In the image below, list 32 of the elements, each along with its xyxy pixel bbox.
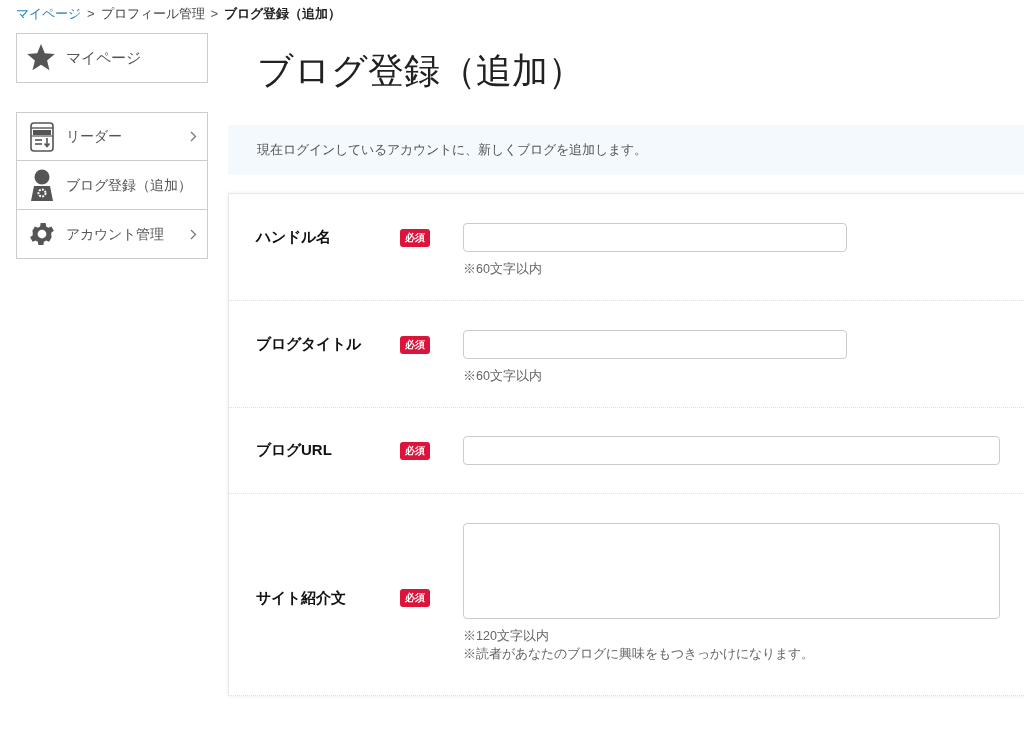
breadcrumb-separator: > bbox=[87, 4, 95, 23]
field-label: ブログURL bbox=[256, 440, 333, 461]
text-input-field[interactable] bbox=[463, 330, 847, 359]
breadcrumb-item: ブログ登録（追加） bbox=[224, 4, 342, 23]
breadcrumb-item[interactable]: マイページ bbox=[16, 3, 81, 24]
chevron-right-icon bbox=[190, 131, 197, 142]
hint-text: ※読者があなたのブログに興味をもつきっかけになります。 bbox=[463, 646, 815, 663]
page-title: ブログ登録（追加） bbox=[256, 49, 585, 93]
required-badge: 必須 bbox=[400, 441, 430, 460]
field-label: サイト紹介文 bbox=[256, 587, 347, 608]
breadcrumb-separator: > bbox=[210, 4, 219, 23]
required-badge: 必須 bbox=[400, 228, 430, 247]
hint-text: ※60文字以内 bbox=[463, 261, 543, 278]
sidebar-item[interactable]: マイページ bbox=[16, 33, 208, 83]
star-icon bbox=[26, 44, 56, 72]
sidebar-item[interactable]: ブログ登録（追加） bbox=[16, 161, 208, 210]
field-label: ハンドル名 bbox=[256, 227, 332, 248]
hint-text: ※60文字以内 bbox=[463, 368, 543, 385]
hint-text: ※120文字以内 bbox=[463, 628, 550, 645]
breadcrumb-item: プロフィール管理 bbox=[100, 4, 205, 23]
person-gear-icon bbox=[29, 169, 55, 201]
text-input-field[interactable] bbox=[463, 436, 1000, 465]
sidebar-item[interactable]: リーダー bbox=[16, 112, 208, 161]
field-label: ブログタイトル bbox=[256, 334, 362, 355]
notice-text: 現在ログインしているアカウントに、新しくブログを追加します。 bbox=[257, 141, 647, 159]
required-badge: 必須 bbox=[400, 589, 430, 607]
chevron-right-icon bbox=[190, 228, 197, 240]
sidebar-item[interactable]: アカウント管理 bbox=[16, 210, 208, 259]
required-badge: 必須 bbox=[400, 335, 430, 354]
textarea-field[interactable] bbox=[463, 523, 1000, 619]
text-input-field[interactable] bbox=[463, 223, 847, 252]
reader-icon bbox=[30, 121, 54, 152]
